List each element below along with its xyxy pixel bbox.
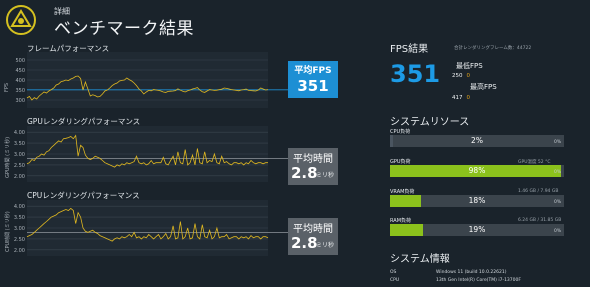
sys-info-key: CPU xyxy=(390,278,400,283)
frame-tick-label: 450 xyxy=(15,68,25,74)
min-fps-label: 最低FPS xyxy=(456,62,483,70)
resource-label: GPU負荷 xyxy=(390,159,411,165)
resource-label: CPU負荷 xyxy=(390,129,411,135)
gpu-avg-time-box: 平均時間 2.8 ミリ秒 xyxy=(288,148,338,185)
sys-info-key: OS xyxy=(390,270,397,275)
avg-fps-label: 平均FPS xyxy=(294,66,332,76)
sys-info-value: 13th Gen Intel(R) Core(TM) i7-13700F xyxy=(436,278,521,283)
resource-label: RAM負荷 xyxy=(390,218,412,224)
cpu-tick-label: 2.00 xyxy=(14,248,25,254)
resource-zero: 0% xyxy=(554,170,562,175)
page-title: ベンチマーク結果 xyxy=(54,19,194,39)
cpu-avg-time-box: 平均時間 2.8 ミリ秒 xyxy=(288,218,338,255)
gpu-tick-label: 3.00 xyxy=(14,152,25,158)
frame-tick-label: 300 xyxy=(15,98,25,104)
min-fps-value: 250 xyxy=(452,73,463,79)
resource-bar: 98% xyxy=(390,165,564,177)
cpu-chart-ylabel: CPU時間 (ミリ秒) xyxy=(5,211,11,252)
max-fps-label: 最高FPS xyxy=(470,83,497,91)
frame-tick-label: 500 xyxy=(15,58,25,64)
gpu-tick-label: 2.50 xyxy=(14,163,25,169)
total-frames-label: 合計レンダリングフレーム数：44722 xyxy=(454,46,532,51)
app-logo-icon xyxy=(6,5,36,35)
resource-value: 98% xyxy=(468,166,486,175)
frame-chart-ylabel: FPS xyxy=(4,82,10,92)
fps-result-value: 351 xyxy=(390,60,441,88)
min-fps-zero: 0 xyxy=(466,73,471,79)
avg-fps-box: 平均FPS 351 xyxy=(288,61,338,98)
system-resources-heading: システムリソース xyxy=(390,117,470,128)
frame-tick-label: 350 xyxy=(15,88,25,94)
resource-zero: 0% xyxy=(554,229,562,234)
gpu-avg-time-label: 平均時間 xyxy=(293,154,333,165)
max-fps-value: 417 xyxy=(452,95,463,101)
cpu-tick-label: 3.00 xyxy=(14,226,25,232)
header: 詳細 ベンチマーク結果 xyxy=(0,0,590,40)
resource-label: VRAM負荷 xyxy=(390,189,415,195)
resource-value: 19% xyxy=(468,225,486,234)
cpu-tick-label: 4.00 xyxy=(14,204,25,210)
gpu-tick-label: 4.00 xyxy=(14,130,25,136)
fps-results-heading: FPS結果 xyxy=(390,44,429,55)
cpu-tick-label: 2.50 xyxy=(14,237,25,243)
system-info-heading: システム情報 xyxy=(390,254,450,265)
resource-value: 18% xyxy=(468,196,486,205)
resource-extra: 1.46 GB / 7.94 GB xyxy=(518,189,559,194)
frame-tick-label: 400 xyxy=(15,78,25,84)
max-fps-value-row: 417 0 xyxy=(452,95,470,101)
performance-panel: フレームパフォーマンス 500 450 400 350 300 FPS 平均FPS 35… xyxy=(0,40,366,287)
cpu-avg-time-value: 2.8 xyxy=(291,234,318,252)
resource-bar: 18% xyxy=(390,195,564,207)
resource-zero: 0% xyxy=(554,200,562,205)
avg-fps-value: 351 xyxy=(297,77,329,95)
min-fps-value-row: 250 0 xyxy=(452,73,470,79)
cpu-avg-time-label: 平均時間 xyxy=(293,224,333,235)
resource-zero: 0% xyxy=(554,140,562,145)
gpu-chart-ylabel: GPU時間 (ミリ秒) xyxy=(5,136,11,178)
resource-value: 2% xyxy=(471,136,483,145)
gpu-tick-label: 3.50 xyxy=(14,141,25,147)
results-panel: FPS結果 合計レンダリングフレーム数：44722 351 最低FPS 250 0… xyxy=(378,40,590,287)
resource-bar: 2% xyxy=(390,135,564,147)
gpu-tick-label: 2.00 xyxy=(14,174,25,180)
cpu-avg-time-unit: ミリ秒 xyxy=(316,242,335,249)
gpu-avg-time-value: 2.8 xyxy=(291,164,318,182)
resource-extra: 6.24 GB / 31.85 GB xyxy=(518,218,562,223)
resource-bar: 19% xyxy=(390,224,564,236)
max-fps-zero: 0 xyxy=(466,95,471,101)
cpu-tick-label: 3.50 xyxy=(14,215,25,221)
gpu-avg-time-unit: ミリ秒 xyxy=(316,172,335,179)
sys-info-value: Windows 11 (build 10.0.22621) xyxy=(436,270,507,275)
